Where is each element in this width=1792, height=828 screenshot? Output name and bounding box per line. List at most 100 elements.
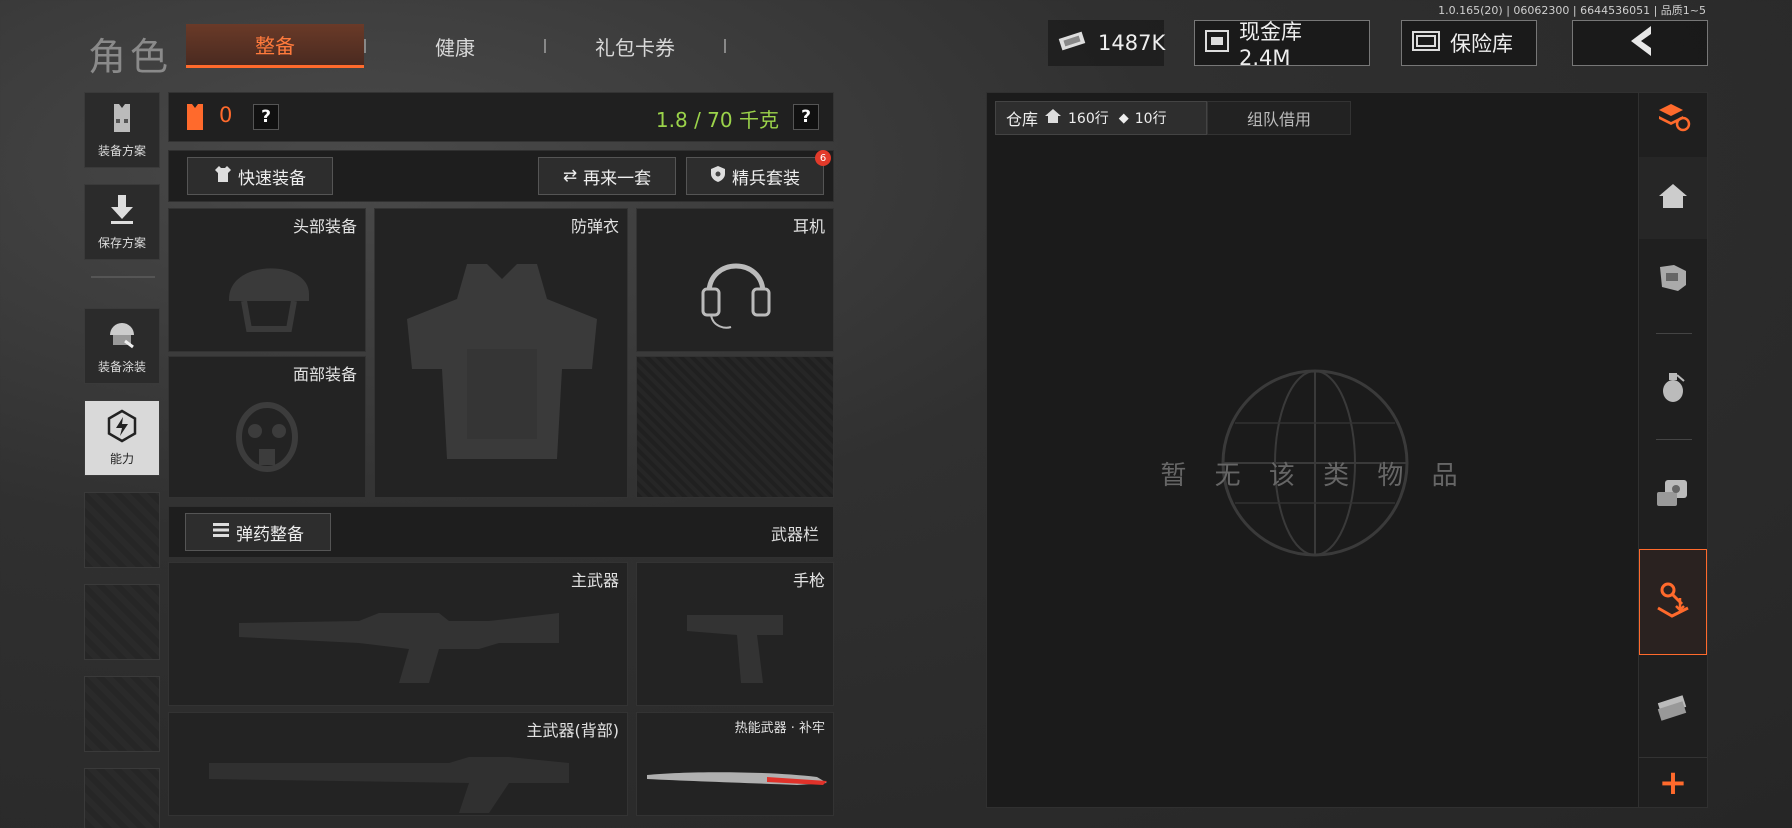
armor-count: 0 [219,103,233,127]
rifle-icon [239,613,559,683]
cash-amount: 1487K [1098,31,1166,55]
armor-icon [183,102,207,136]
tag-icon: ◆ [1118,110,1129,126]
elite-kit-button[interactable]: 精兵套装 6 [686,150,831,195]
loadout-plan-label: 装备方案 [97,144,146,158]
tab-gift-cards[interactable]: 礼包卡券 [546,24,724,68]
melee-label: 热能武器 · 补牢 [734,721,825,736]
shirt-icon [214,165,232,188]
gear-skin-button[interactable]: 装备涂装 [84,308,160,384]
add-category-button[interactable]: + [1639,757,1707,807]
ability-label: 能力 [109,452,134,466]
head-gear-slot[interactable]: 头部装备 [168,208,366,352]
helmet-skin-icon [105,317,139,354]
back-weapon-slot[interactable]: 主武器(背部) [168,712,628,816]
equip-again-label: 再来一套 [583,168,652,189]
body-armor-icon [407,264,597,459]
headset-label: 耳机 [792,217,825,236]
vault-label: 现金库 2.4M [1239,20,1302,70]
ammo-bar: 弹药整备 武器栏 [168,506,834,558]
gear-skin-label: 装备涂装 [97,360,146,374]
vault-button[interactable]: 现金库 2.4M [1194,20,1370,70]
body-armor-slot[interactable]: 防弹衣 [374,208,628,498]
safe-label: 保险库 [1450,32,1513,56]
grenade-icon [1660,371,1686,407]
rail-separator [1656,439,1692,440]
quick-equip-label: 快速装备 [238,168,306,189]
ability-button[interactable]: 能力 [84,400,160,476]
category-home-button[interactable] [1639,157,1707,239]
category-armor-button[interactable] [1639,245,1707,315]
category-loot-button[interactable] [1639,549,1707,655]
face-gear-slot[interactable]: 面部装备 [168,356,366,498]
pistol-label: 手枪 [792,571,825,590]
locked-slot [636,356,834,498]
category-rail: + [1638,92,1708,808]
ability-icon [105,409,139,446]
weapon-bar-label: 武器栏 [770,525,819,544]
tab-separator [724,39,726,53]
weight-help-button[interactable]: ? [793,104,819,130]
empty-rail-slot [84,676,160,752]
medkit-icon [1655,478,1691,512]
elite-kit-badge: 6 [815,150,831,166]
ammo-prep-button[interactable]: 弹药整备 [185,513,331,551]
body-armor-label: 防弹衣 [570,217,619,236]
back-rifle-icon [209,757,569,813]
storage-rows: 160行 [1068,111,1109,127]
blade-icon [647,772,827,785]
head-gear-label: 头部装备 [292,217,357,236]
chest-rig-icon [1656,263,1690,297]
headset-slot[interactable]: 耳机 [636,208,834,352]
back-arrow-icon [1625,24,1655,63]
back-weapon-label: 主武器(背部) [526,721,620,740]
home-icon [1657,182,1689,214]
loadout-plan-button[interactable]: 装备方案 [84,92,160,168]
empty-message: 暂 无 该 类 物 品 [1160,461,1468,491]
tab-health[interactable]: 健康 [366,24,544,68]
left-rail: 装备方案 保存方案 装备涂装 能力 [84,92,162,828]
helmet-icon [229,268,309,332]
empty-rail-slot [84,584,160,660]
safe-button[interactable]: 保险库 [1401,20,1537,66]
quick-equip-button[interactable]: 快速装备 [187,157,333,195]
layers-refresh-icon [1655,102,1691,136]
cash-display[interactable]: 1487K [1048,20,1166,66]
empty-rail-slot [84,768,160,828]
rail-divider [91,276,155,278]
shield-icon [710,165,726,188]
save-plan-button[interactable]: 保存方案 [84,184,160,260]
category-medical-button[interactable] [1639,455,1707,535]
download-icon [107,193,137,230]
equip-again-button[interactable]: ⇄ 再来一套 [538,157,676,195]
storage-panel: 仓库 160行 ◆ 10行 组队借用 暂 无 该 类 物 品 [986,92,1640,808]
vest-icon [105,101,139,138]
tab-loadout[interactable]: 整备 [186,24,364,68]
home-icon [1044,108,1062,128]
pistol-slot[interactable]: 手枪 [636,562,834,706]
version-info: 1.0.165(20) | 06062300 | 6644536051 | 品质… [1438,4,1706,17]
key-drop-icon [1654,580,1692,624]
cash-icon [1058,30,1088,57]
ammo-prep-label: 弹药整备 [236,524,304,545]
tab-bar: 整备 健康 礼包卡券 [186,24,726,68]
face-gear-label: 面部装备 [292,365,357,384]
elite-kit-label: 精兵套装 [732,168,800,189]
category-grenade-button[interactable] [1639,349,1707,429]
storage-tab-label: 仓库 [1006,110,1039,129]
category-all-button[interactable] [1639,93,1707,145]
loadout-header: 0 ? 1.8 / 70 千克 ? [168,92,834,142]
melee-slot[interactable]: 热能武器 · 补牢 [636,712,834,816]
team-borrow-tab[interactable]: 组队借用 [1207,101,1351,135]
back-button[interactable] [1572,20,1708,66]
storage-rows-2: 10行 [1134,111,1167,127]
empty-rail-slot [84,492,160,568]
storage-tab[interactable]: 仓库 160行 ◆ 10行 [995,101,1207,135]
primary-weapon-slot[interactable]: 主武器 [168,562,628,706]
ammo-icon [212,521,230,544]
money-stack-icon [1655,691,1691,725]
category-cash-button[interactable] [1639,667,1707,749]
gas-mask-icon [236,402,298,472]
armor-help-button[interactable]: ? [253,104,279,130]
headset-icon [701,263,771,329]
